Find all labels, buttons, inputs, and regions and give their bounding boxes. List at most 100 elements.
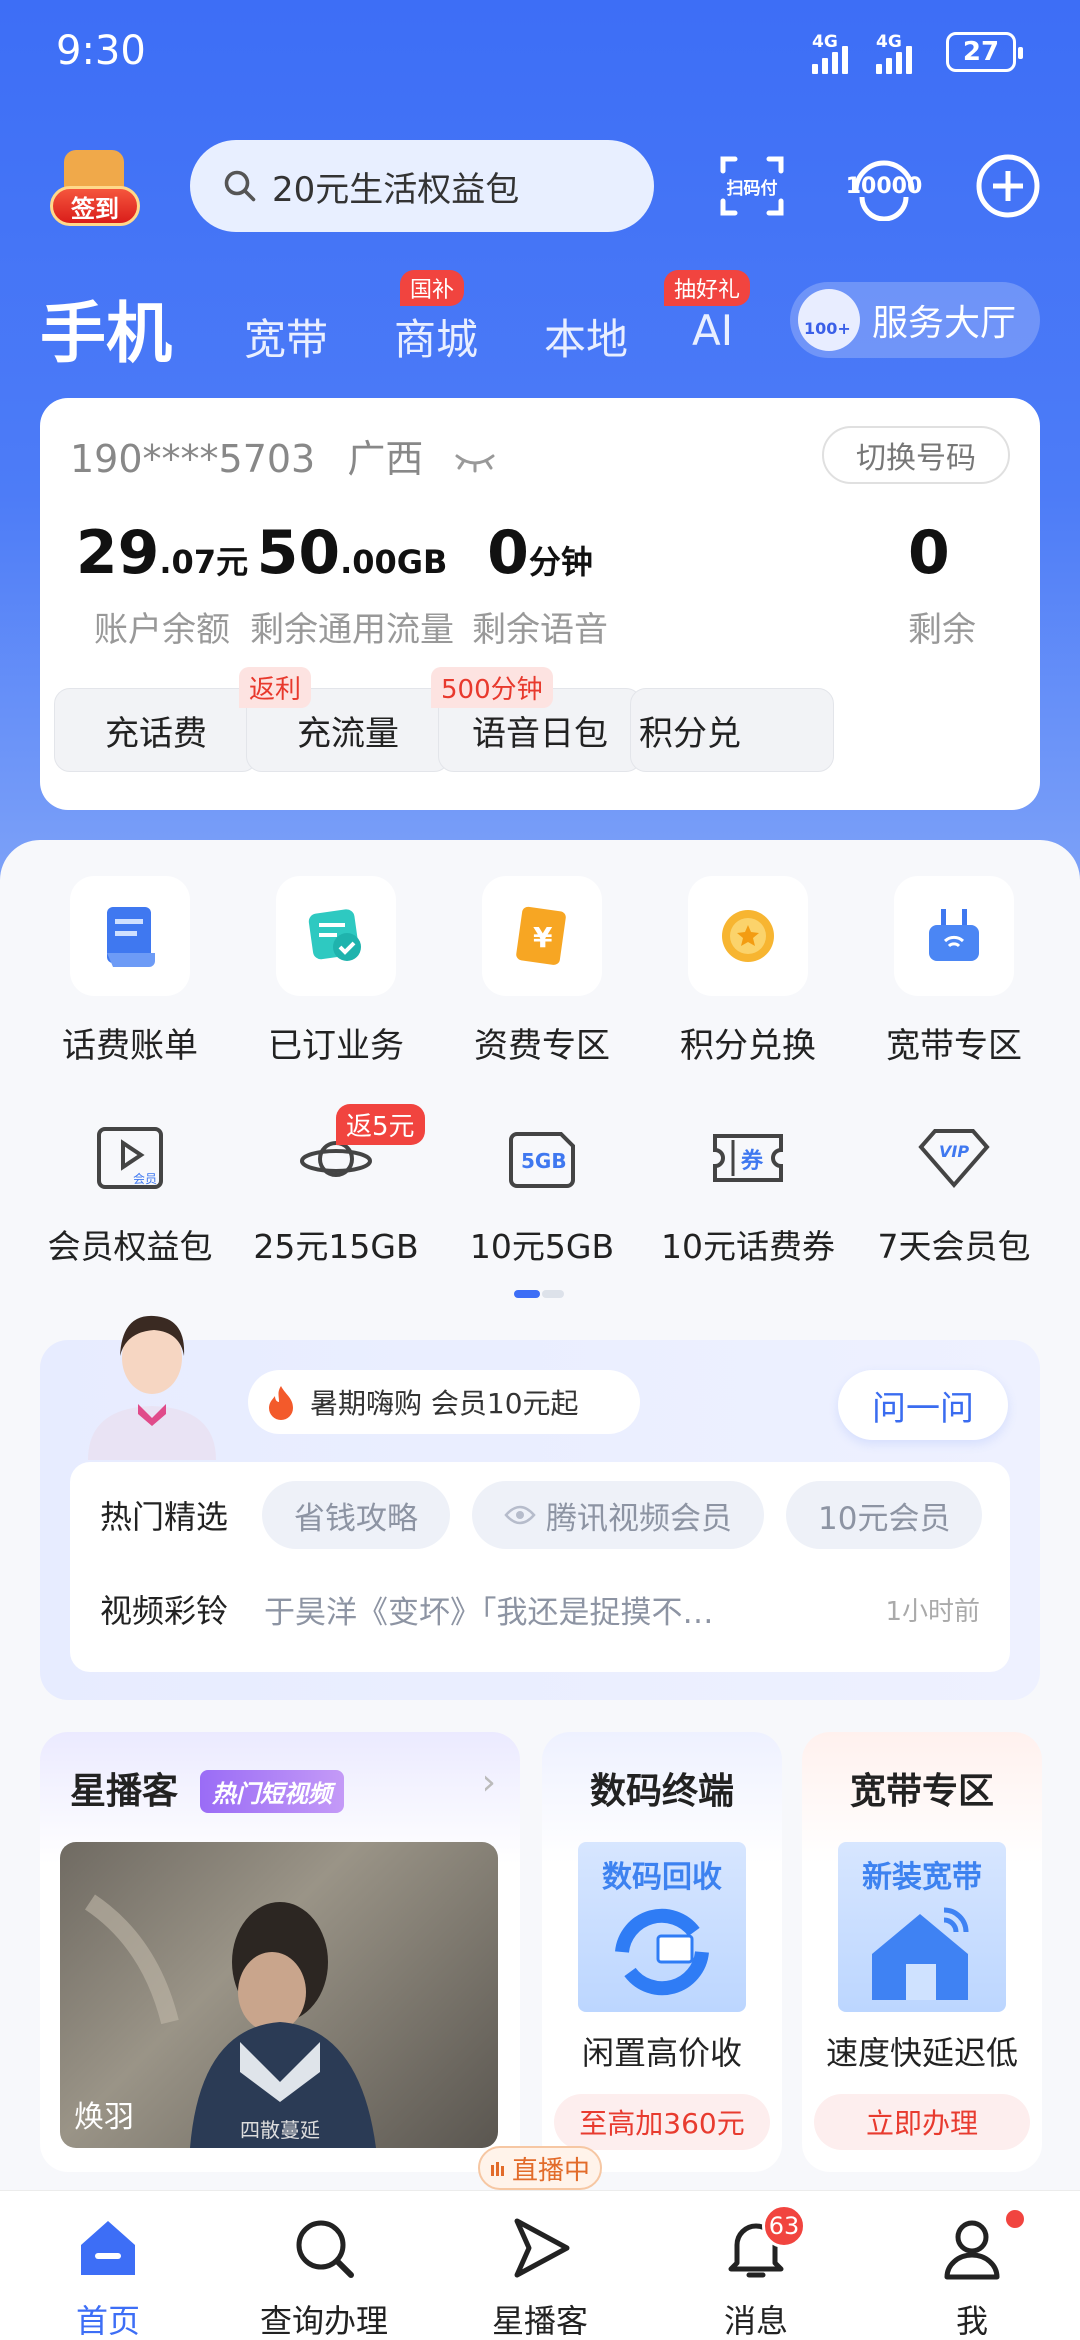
tab-query[interactable]: 查询办理 — [234, 2210, 414, 2340]
grid-label: 宽带专区 — [886, 1026, 1022, 1066]
stat-voice[interactable]: 0分钟 剩余语音 — [410, 518, 670, 651]
search-icon — [224, 170, 256, 202]
row-title: 视频彩铃 — [100, 1592, 229, 1630]
svg-text:VIP: VIP — [939, 1142, 969, 1161]
hotline-label: 10000 — [845, 173, 923, 199]
broadband-card[interactable]: 宽带专区 新装宽带 速度快延迟低 立即办理 — [802, 1732, 1042, 2172]
hot-video-tag: 热门短视频 — [200, 1770, 344, 1813]
grid-coupon[interactable]: 券 10元话费券 — [648, 1118, 848, 1268]
grid-bill[interactable]: 话费账单 — [30, 876, 230, 1067]
xingboke-card[interactable]: 星播客 热门短视频 › 焕羽 四散蔓延 — [40, 1732, 520, 2172]
vip-diamond-icon: VIP — [918, 1129, 990, 1189]
hotline-button[interactable]: 10000 — [846, 148, 922, 224]
grid-member-pack[interactable]: 会员 会员权益包 — [30, 1118, 230, 1268]
new-broadband-image: 新装宽带 — [838, 1842, 1006, 2012]
voice-pack-button[interactable]: 500分钟 语音日包 — [431, 667, 642, 772]
tab-home[interactable]: 首页 — [18, 2210, 198, 2340]
recharge-button[interactable]: 充话费 — [54, 688, 258, 772]
switch-number-button[interactable]: 切换号码 — [822, 426, 1010, 484]
ringtone-text: 于昊洋《变坏》「我还是捉摸不… — [264, 1594, 714, 1631]
grid-7day-member[interactable]: VIP 7天会员包 — [854, 1118, 1054, 1268]
eye-closed-icon[interactable] — [453, 450, 497, 474]
tab-messages[interactable]: 63 消息 — [666, 2204, 846, 2340]
service-hall-icon: 100+ — [798, 289, 860, 351]
home-icon — [81, 2221, 135, 2275]
card-title: 数码终端 — [589, 1771, 734, 1812]
tab-xingboke[interactable]: 星播客 — [450, 2210, 630, 2340]
tab-ai[interactable]: AI — [692, 306, 733, 355]
tab-broadband[interactable]: 宽带 — [244, 306, 328, 367]
subscribed-icon — [308, 909, 361, 961]
minutes-tag: 500分钟 — [431, 667, 553, 708]
grid-label: 7天会员包 — [877, 1227, 1031, 1266]
tab-mall[interactable]: 商城 — [394, 306, 478, 367]
ask-button[interactable]: 问一问 — [838, 1370, 1008, 1440]
member-video-icon: 会员 — [97, 1127, 163, 1189]
grid-points[interactable]: 积分兑换 — [648, 876, 848, 1067]
grid-label: 资费专区 — [474, 1026, 610, 1066]
grid-label: 已订业务 — [268, 1026, 404, 1066]
tab-label: 消息 — [723, 2302, 788, 2340]
stat-label: 剩余语音 — [472, 610, 608, 650]
search-placeholder: 20元生活权益包 — [272, 169, 520, 210]
tab-phone[interactable]: 手机 — [40, 280, 172, 376]
grid-10-5gb[interactable]: 5GB 10元5GB — [442, 1118, 642, 1268]
recycle-icon — [615, 1908, 709, 1996]
buy-data-button[interactable]: 返利 充流量 — [239, 667, 450, 772]
signin-button[interactable]: 签到 — [46, 142, 142, 234]
pill-save-tips[interactable]: 省钱攻略 — [262, 1481, 451, 1549]
grid-tariff[interactable]: ¥ 资费专区 — [442, 876, 642, 1067]
card-tag: 立即办理 — [814, 2094, 1030, 2150]
stat-more[interactable]: 0 剩余 — [890, 518, 1040, 651]
grid-label: 话费账单 — [62, 1026, 198, 1066]
add-button[interactable] — [970, 148, 1046, 224]
rebate-tag: 返利 — [239, 667, 312, 708]
video-ringtone-row[interactable]: 视频彩铃 于昊洋《变坏》「我还是捉摸不… 1小时前 — [100, 1574, 990, 1644]
grid-subscribed[interactable]: 已订业务 — [236, 876, 436, 1067]
assistant-avatar[interactable] — [58, 1300, 248, 1460]
search-bar[interactable]: 20元生活权益包 — [190, 140, 654, 232]
scan-pay-button[interactable]: 扫码付 — [714, 148, 790, 224]
phone-number: 190****5703 — [70, 437, 316, 481]
grid-label: 积分兑换 — [680, 1026, 816, 1066]
promo-chip[interactable]: 暑期嗨购 会员10元起 — [248, 1370, 640, 1434]
grid-label: 会员权益包 — [47, 1227, 213, 1266]
grid-label: 10元话费券 — [661, 1227, 835, 1266]
coupon-icon: 券 — [713, 1134, 783, 1182]
region: 广西 — [347, 437, 424, 481]
query-icon — [296, 2220, 354, 2278]
grid-25-15gb[interactable]: 返5元 25元15GB — [236, 1104, 436, 1268]
phone-number-row: 190****5703 广西 — [70, 428, 497, 483]
signin-label: 签到 — [50, 186, 140, 226]
svg-text:5GB: 5GB — [521, 1149, 567, 1173]
chevron-right-icon[interactable]: › — [482, 1762, 496, 1803]
house-wifi-icon — [872, 1907, 969, 2000]
battery-icon: 27 — [946, 32, 1023, 72]
notification-dot — [1006, 2210, 1024, 2228]
grid-label: 25元15GB — [253, 1227, 419, 1266]
stat-label: 剩余 — [908, 610, 976, 650]
promo-inner: 热门精选 省钱攻略 腾讯视频会员 10元会员 视频彩铃 于昊洋《变坏》「我还是捉… — [70, 1462, 1010, 1672]
grid-broadband[interactable]: 宽带专区 — [854, 876, 1054, 1067]
card-title: 星播客 — [70, 1771, 179, 1812]
account-card: 190****5703 广西 切换号码 29.07元 账户余额 50.00GB … — [40, 398, 1040, 810]
video-thumbnail[interactable]: 焕羽 四散蔓延 — [60, 1842, 498, 2148]
pill-10-member[interactable]: 10元会员 — [786, 1481, 983, 1549]
5gb-icon: 5GB — [509, 1132, 575, 1188]
fire-icon — [269, 1386, 293, 1420]
pill-tencent-video[interactable]: 腾讯视频会员 — [472, 1481, 765, 1549]
tab-label: 查询办理 — [259, 2302, 388, 2340]
eye-icon — [504, 1505, 536, 1525]
tab-mall-tag: 国补 — [400, 270, 465, 306]
service-hall-button[interactable]: 100+ 服务大厅 — [790, 282, 1040, 358]
creator-name: 焕羽 — [74, 2100, 134, 2135]
row-title: 热门精选 — [100, 1498, 229, 1536]
bill-icon — [107, 907, 155, 967]
points-redeem-button[interactable]: 积分兑 — [630, 688, 834, 772]
tab-local[interactable]: 本地 — [544, 306, 628, 367]
tab-ai-tag: 抽好礼 — [664, 270, 751, 306]
tab-me[interactable]: 我 — [882, 2210, 1062, 2340]
network-type-2: 4G — [876, 32, 902, 52]
live-badge[interactable]: 直播中 — [478, 2146, 602, 2190]
digital-terminal-card[interactable]: 数码终端 数码回收 闲置高价收 至高加360元 — [542, 1732, 782, 2172]
